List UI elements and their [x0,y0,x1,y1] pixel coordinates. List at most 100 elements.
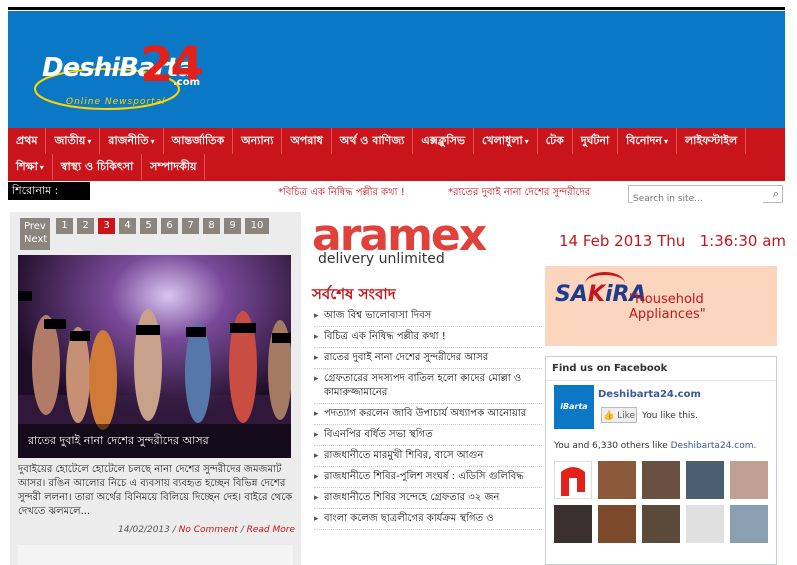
nav-item[interactable]: অর্থ ও বাণিজ্য [332,128,414,154]
news-item[interactable]: ▸ রাজধানীতে শিবির-পুলিশ সংঘর্ষ : এডিসি গু… [314,467,542,488]
next-button[interactable]: Next [24,233,50,246]
slider-page-button[interactable]: 6 [161,218,178,234]
fan-avatar[interactable] [730,505,768,543]
arrow-right-icon: ▸ [314,514,319,524]
fan-avatar[interactable] [598,505,636,543]
latest-news-list: ▸ আজ বিশ্ব ভালোবাসা দিবস ▸ বিচিত্র এক নিষিদ… [314,306,542,530]
nav-item[interactable]: অন্যান্য [233,128,283,154]
fan-avatar[interactable] [554,461,592,499]
slider-page-button[interactable]: 1 [56,218,73,234]
slide-caption[interactable]: রাতের দুবাই নানা দেশের সুন্দরীদের আসর [18,424,291,458]
slider-prev-next[interactable]: Prev Next [20,218,50,250]
ticker-item[interactable]: *বিচিত্র এক নিষিদ্ধ পল্লীর কথা ! [278,185,405,202]
fan-avatar[interactable] [642,461,680,499]
arrow-right-icon: ▸ [314,374,319,384]
fans-count-text: You and 6,330 others like [554,441,671,451]
aramex-ad-tagline: delivery unlimited [318,251,445,267]
nav-item[interactable]: খেলাধুলা ▾ [474,128,538,154]
news-item[interactable]: ▸ বিচিত্র এক নিষিদ্ধ পল্লীর কথা ! [314,327,542,348]
slide-summary: দুবাইয়ের হোটেলে হোটেলে চলছে নানা দেশের … [18,464,293,517]
slider-page-button[interactable]: 9 [224,218,241,234]
news-item[interactable]: ▸ আজ বিশ্ব ভালোবাসা দিবস [314,306,542,327]
fans-page-link[interactable]: Deshibarta24.com. [671,441,757,451]
chevron-down-icon: ▾ [87,137,92,146]
nav-item[interactable]: জাতীয় ▾ [46,128,101,154]
nav-item-label: টেক [545,134,564,147]
news-item-title: পদত্যাগ করলেন জাবি উপাচার্য অধ্যাপক আনোয… [324,408,527,419]
read-more-link[interactable]: Read More [247,525,295,535]
nav-item[interactable]: এক্সক্লুসিভ [413,128,475,154]
news-item[interactable]: ▸ গ্রেফতারের সদস্যপদ বাতিল হলো কাদের মোল্… [314,369,542,404]
fan-avatar[interactable] [686,461,724,499]
news-item-title: রাজধানীতে শিবির সন্দেহে গ্রেফতার ৩২ জন [324,492,500,503]
slider-page-button[interactable]: 2 [77,218,94,234]
sakira-ad-slogan: "Household Appliances" [629,292,706,322]
nav-item[interactable]: লাইফস্টাইল [677,128,747,154]
nav-item-label: এক্সক্লুসিভ [421,134,466,147]
date-time: 14 Feb 2013 Thu 1:36:30 am [559,232,786,250]
search-input[interactable] [633,192,763,206]
logo-domain: .com [173,77,201,88]
nav-item[interactable]: অপরাধ [282,128,332,154]
slider-page-button[interactable]: 10 [245,218,269,234]
featured-image[interactable]: রাতের দুবাই নানা দেশের সুন্দরীদের আসর [18,255,291,458]
fan-avatar[interactable] [598,461,636,499]
arrow-right-icon: ▸ [314,332,319,342]
news-item[interactable]: ▸ বিএনপির বর্ধিত সভা স্থগিত [314,425,542,446]
arrow-right-icon: ▸ [314,353,319,363]
nav-item-label: প্রথম [16,134,38,147]
nav-item[interactable]: আন্তর্জাতিক [164,128,234,154]
prev-button[interactable]: Prev [24,220,50,233]
fan-avatar[interactable] [686,505,724,543]
nav-item[interactable]: শিক্ষা ▾ [8,154,53,180]
nav-item[interactable]: টেক [538,128,573,154]
current-time: 1:36:30 am [699,232,787,250]
nav-item-label: অর্থ ও বাণিজ্য [339,134,405,147]
facebook-page-name[interactable]: Deshibarta24.com [598,389,701,400]
search-icon[interactable]: ⌕ [773,187,779,201]
site-logo[interactable]: DeshiBarta 24 .com Online Newsportal [32,37,204,119]
news-item[interactable]: ▸ বাংলা কলেজ ছাত্রলীগের কার্যক্রম স্থগিত … [314,509,542,530]
facebook-like-button[interactable]: 👍 Like [601,407,637,423]
slider-page-button[interactable]: 5 [140,218,157,234]
slider-page-button[interactable]: 7 [182,218,199,234]
fan-avatar[interactable] [730,461,768,499]
next-card [18,545,293,565]
nav-item[interactable]: প্রথম [8,128,47,154]
news-item[interactable]: ▸ রাজধানীতে মারমুখী শিবির, বাসে আগুন [314,446,542,467]
nav-item-label: খেলাধুলা [482,134,523,147]
slider-page-button[interactable]: 4 [119,218,136,234]
comments-link[interactable]: No Comment [179,525,238,535]
news-item[interactable]: ▸ রাতের দুবাই নানা দেশের সুন্দরীদের আসর [314,348,542,369]
ticker-item[interactable]: *রাতের দুবাই নানা দেশের সুন্দরীদের [448,185,590,202]
chevron-down-icon: ▾ [524,137,529,146]
meta-separator: / [169,525,179,535]
nav-item[interactable]: রাজনীতি ▾ [100,128,164,154]
slider-page-button[interactable]: 3 [98,218,115,234]
like-label: Like [617,411,636,421]
nav-item-label: সম্পাদকীয় [150,160,197,173]
facebook-widget-title: Find us on Facebook [546,357,776,381]
arrow-right-icon: ▸ [314,451,319,461]
news-item[interactable]: ▸ রাজধানীতে শিবির সন্দেহে গ্রেফতার ৩২ জন [314,488,542,509]
sakira-logo-part: SA [555,282,588,307]
chevron-down-icon: ▾ [39,163,44,172]
thumbs-up-icon: 👍 [602,411,615,421]
news-item[interactable]: ▸ পদত্যাগ করলেন জাবি উপাচার্য অধ্যাপক আনো… [314,404,542,425]
news-item-title: গ্রেফতারের সদস্যপদ বাতিল হলো কাদের মোল্ল… [324,373,522,398]
current-date: 14 Feb 2013 Thu [559,232,686,250]
sakira-ad-banner[interactable]: SAKiRA "Household Appliances" [545,266,777,346]
fan-avatar[interactable] [554,505,592,543]
sakira-logo-part: K [587,282,605,307]
fan-avatar[interactable] [642,505,680,543]
nav-item[interactable]: স্বাস্থ্য ও চিকিৎসা [53,154,143,180]
news-item-title: রাজধানীতে মারমুখী শিবির, বাসে আগুন [324,450,484,461]
nav-item[interactable]: সম্পাদকীয় [142,154,206,180]
nav-item[interactable]: দুর্ঘটনা [573,128,619,154]
news-item-title: রাজধানীতে শিবির-পুলিশ সংঘর্ষ : এডিসি গুল… [324,471,524,482]
slider-page-button[interactable]: 8 [203,218,220,234]
post-meta: 14/02/2013 / No Comment / Read More [110,525,295,535]
nav-item[interactable]: বিনোদন ▾ [618,128,677,154]
site-header: DeshiBarta 24 .com Online Newsportal [8,11,785,128]
facebook-page-thumbnail[interactable]: iBarta [554,385,594,429]
